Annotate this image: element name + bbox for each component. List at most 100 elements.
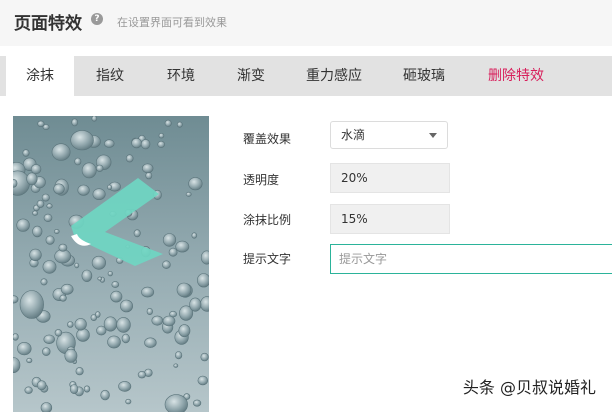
hint-text-input[interactable] [330,244,612,274]
water-drop [59,294,67,302]
water-drop [46,203,53,209]
water-drop [162,233,177,247]
water-drop [81,162,97,179]
opacity-label: 透明度 [243,173,280,187]
water-drop [91,255,106,270]
water-drop [67,321,74,328]
page-hint: 在设置界面可看到效果 [117,16,227,29]
page-header: 页面特效 ? 在设置界面可看到效果 [0,0,612,46]
water-drop [140,139,151,150]
water-drop [121,333,130,344]
tab-fingerprint[interactable]: 指纹 [78,56,142,96]
chevron-down-icon [429,133,437,138]
water-drop [13,333,19,341]
water-drop [157,140,165,148]
water-drop [178,324,191,338]
opacity-field[interactable]: 20% [330,163,450,193]
water-drop [17,342,32,356]
water-drop [74,262,80,269]
water-drop [144,337,157,348]
water-drop [151,315,164,326]
water-drop [83,385,91,393]
water-drop [200,352,209,362]
water-drop [40,278,48,286]
water-drop [42,260,57,274]
tab-gradient[interactable]: 渐变 [218,56,284,96]
water-drop [173,363,179,368]
cover-effect-label: 覆盖效果 [243,132,292,146]
effect-tabs: 涂抹 指纹 环境 渐变 重力感应 砸玻璃 删除特效 [0,56,612,96]
water-drop [75,367,84,376]
water-drop [107,271,113,277]
water-drop [19,290,44,319]
water-drop [131,137,142,149]
water-drop [107,184,113,190]
water-drop [26,172,38,186]
water-drop [97,276,103,281]
tab-gravity-sensor[interactable]: 重力感应 [290,56,378,96]
water-drop [43,334,55,345]
water-drop [162,315,176,327]
question-circle-icon[interactable]: ? [91,13,103,25]
water-drop [40,402,53,412]
water-drop [29,248,42,261]
page-title: 页面特效 [14,14,82,34]
water-drop [107,335,121,349]
water-drop [164,394,188,412]
water-drop [53,229,60,234]
water-drop [100,389,110,401]
water-drop [74,157,82,166]
water-drop [146,308,153,316]
water-drop [64,348,78,363]
water-drop [60,283,74,295]
water-drop [43,213,53,222]
water-drop [54,329,63,337]
water-drop [58,243,68,252]
water-drop [92,188,106,200]
water-drop [162,260,171,269]
water-drop [70,130,94,151]
water-drop [164,119,172,127]
water-drop [71,118,79,127]
water-drop [197,273,209,288]
water-drops-smear-preview [13,116,209,412]
water-drop [37,120,45,128]
water-drop [76,328,90,342]
water-drop [120,299,134,313]
water-drop [193,399,202,407]
water-drop [188,177,203,191]
water-drop [91,116,98,122]
water-drop [116,317,131,333]
water-drop [30,164,42,175]
water-drop [36,380,47,391]
water-drop [176,121,183,128]
water-drop [175,351,183,360]
water-drop [111,281,120,288]
water-drop [22,149,30,157]
tab-break-glass[interactable]: 砸玻璃 [386,56,462,96]
tab-delete-effect[interactable]: 删除特效 [472,56,560,96]
water-drop [53,183,65,195]
cover-effect-value: 水滴 [341,128,366,142]
water-drop [95,164,104,172]
water-drop [96,325,107,336]
water-drop [45,235,55,245]
water-drop [185,191,192,197]
water-drop [41,193,50,202]
tab-environment[interactable]: 环境 [146,56,216,96]
water-drop [104,139,115,148]
water-drop [13,179,18,188]
water-drop [26,357,33,364]
water-drop [81,269,93,282]
tab-smear[interactable]: 涂抹 [6,56,74,96]
water-drop [51,143,71,161]
smear-ratio-field[interactable]: 15% [330,204,450,234]
water-drop [77,184,90,196]
water-drop [95,311,101,318]
water-drop [24,386,33,394]
water-drop [145,171,153,180]
effect-preview [13,116,209,412]
water-drop [125,154,134,163]
smear-ratio-label: 涂抹比例 [243,213,292,227]
cover-effect-select[interactable]: 水滴 [330,121,448,149]
